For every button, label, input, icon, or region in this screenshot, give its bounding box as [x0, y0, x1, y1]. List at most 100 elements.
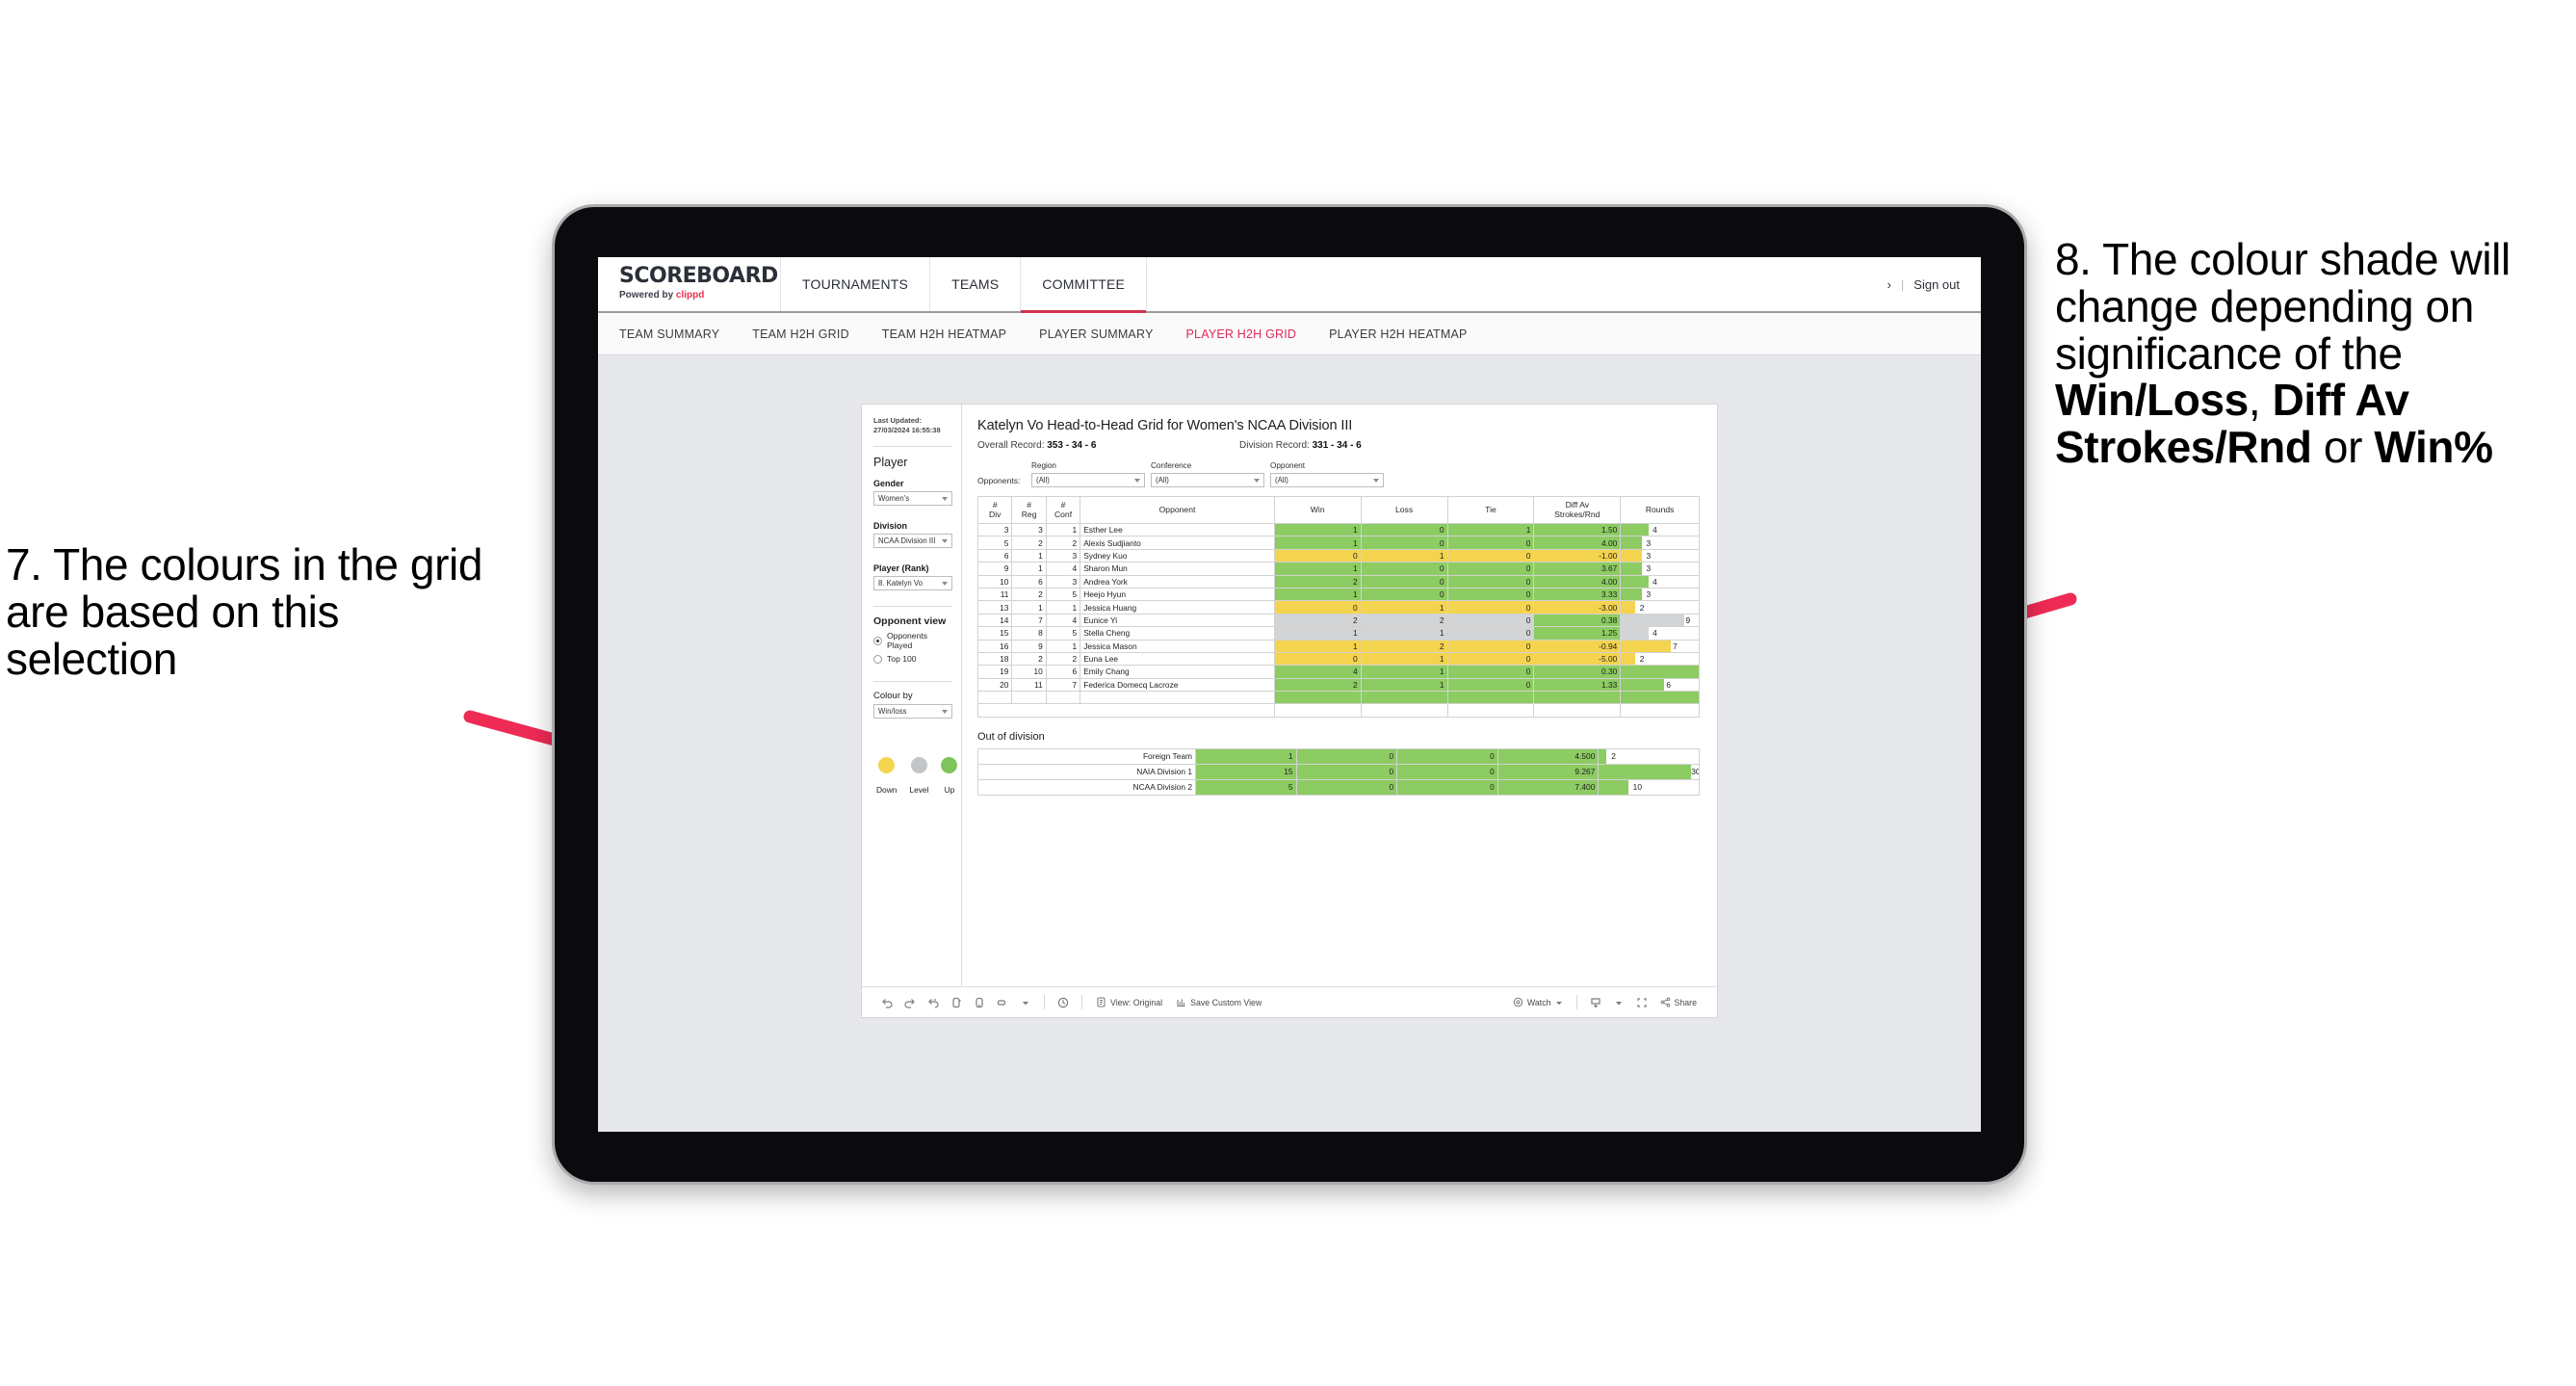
brand-subtitle: Powered by clippd	[619, 290, 780, 301]
subnav-item-team-summary[interactable]: TEAM SUMMARY	[619, 327, 719, 341]
grid-cell-reg: 2	[1011, 536, 1047, 550]
chevron-down-icon	[1373, 478, 1379, 483]
chevron-down-icon[interactable]	[1607, 991, 1630, 1014]
grid-cell-conf: 2	[1045, 651, 1081, 667]
table-row[interactable]: 20 11 7 Federica Domecq Lacroze 2 1 0 1.33 6	[976, 677, 1700, 693]
table-row[interactable]: 13 1 1 Jessica Huang 0 1 0 -3.00 2	[976, 600, 1700, 615]
nav-item-committee[interactable]: COMMITTEE	[1021, 257, 1148, 313]
chevron-right-icon[interactable]: ›	[1887, 277, 1891, 292]
undo-icon[interactable]	[875, 991, 898, 1014]
rounds-bar	[1621, 576, 1650, 588]
rounds-bar	[1621, 588, 1643, 600]
col-header-loss[interactable]: Loss	[1360, 496, 1448, 524]
chevron-down-icon	[1555, 1001, 1562, 1005]
out-of-division-row[interactable]: NCAA Division 2 5 0 0 7.400 10	[977, 778, 1700, 796]
grid-cell-diff: 4.00	[1533, 536, 1622, 550]
grid-cell-tie: 0	[1446, 536, 1535, 550]
view-original-button[interactable]: View: Original	[1089, 997, 1169, 1007]
brand-title: SCOREBOARD	[619, 264, 778, 288]
grid-cell-tie: 0	[1446, 600, 1535, 615]
watch-label: Watch	[1526, 997, 1551, 1007]
table-row[interactable]: 15 8 5 Stella Cheng 1 1 0 1.25 4	[976, 626, 1700, 641]
out-of-division-row[interactable]: NAIA Division 115009.26730	[977, 763, 1700, 780]
grid-cell-clipped	[976, 691, 1013, 705]
table-row[interactable]: 6 1 3 Sydney Kuo 0 1 0 -1.00 3	[976, 548, 1700, 563]
grid-header: # Div # Reg # Conf Opponent Win Loss Tie Di…	[976, 496, 1700, 524]
col-header-opponent[interactable]: Opponent	[1080, 496, 1275, 524]
nav-item-tournaments[interactable]: TOURNAMENTS	[781, 257, 931, 311]
share-button[interactable]: Share	[1653, 997, 1704, 1007]
grid-cell-win: 0	[1273, 548, 1362, 563]
chevron-down-icon[interactable]	[1014, 991, 1037, 1014]
conference-select[interactable]: (All)	[1151, 473, 1264, 487]
table-row[interactable]: 3 3 1 Esther Lee 1 0 1 1.50 4	[976, 522, 1700, 537]
annotation-7-text: 7. The colours in the grid are based on …	[6, 539, 483, 684]
table-row[interactable]: 16 9 1 Jessica Mason 1 2 0 -0.94 7	[976, 639, 1700, 653]
legend-label-up: Up	[944, 785, 955, 796]
table-row[interactable]: 14 7 4 Eunice Yi 2 2 0 0.38 9	[976, 613, 1700, 628]
grid-cell-rounds: 3	[1620, 587, 1700, 602]
out-of-division-row[interactable]: Foreign Team 1 0 0 4.500 2	[977, 747, 1700, 765]
pause-icon[interactable]	[968, 991, 991, 1014]
grid-cell-conf: 4	[1045, 562, 1081, 576]
opponent-select[interactable]: (All)	[1270, 473, 1384, 487]
table-row[interactable]: 5 2 2 Alexis Sudjianto 1 0 0 4.00 3	[976, 536, 1700, 550]
table-row[interactable]: 18 2 2 Euna Lee 0 1 0 -5.00 2	[976, 651, 1700, 667]
col-header-diff[interactable]: Diff Av Strokes/Rnd	[1533, 496, 1622, 524]
h2h-grid-table: # Div # Reg # Conf Opponent Win Loss Tie Di…	[976, 496, 1700, 718]
legend-dot-down-icon	[878, 757, 896, 774]
clock-history-icon[interactable]	[1052, 991, 1075, 1014]
col-header-div[interactable]: # Div	[976, 496, 1013, 524]
refresh-icon[interactable]	[945, 991, 968, 1014]
grid-cell-diff: 0.30	[1533, 665, 1622, 679]
grid-cell-loss: 0	[1360, 562, 1448, 576]
grid-cell-div: 14	[976, 613, 1013, 628]
annotation-8-pre: 8. The colour shade will change dependin…	[2055, 234, 2511, 379]
watch-button[interactable]: Watch	[1506, 997, 1570, 1007]
subnav-item-player-summary[interactable]: PLAYER SUMMARY	[1039, 327, 1153, 341]
table-row[interactable]: 10 6 3 Andrea York 2 0 0 4.00 4	[976, 574, 1700, 588]
table-row[interactable]: 11 2 5 Heejo Hyun 1 0 0 3.33 3	[976, 587, 1700, 602]
conference-label: Conference	[1151, 461, 1192, 470]
radio-top-100[interactable]: Top 100	[873, 654, 952, 664]
grid-cell-opponent: Sydney Kuo	[1080, 548, 1275, 563]
powered-by-label: Powered by	[619, 290, 676, 301]
radio-opponents-played[interactable]: Opponents Played	[873, 631, 952, 650]
revert-icon[interactable]	[922, 991, 945, 1014]
nav-item-teams[interactable]: TEAMS	[930, 257, 1022, 311]
radio-label: Top 100	[887, 654, 917, 665]
subnav-item-team-h2h-grid[interactable]: TEAM H2H GRID	[752, 327, 849, 341]
player-rank-select[interactable]: 8. Katelyn Vo	[873, 576, 952, 591]
col-header-conf[interactable]: # Conf	[1045, 496, 1081, 524]
colour-by-select[interactable]: Win/loss	[873, 704, 952, 719]
sign-out-link[interactable]: Sign out	[1913, 277, 1960, 292]
table-row[interactable]: 9 1 4 Sharon Mun 1 0 0 3.67 3	[976, 562, 1700, 576]
brand-logo[interactable]: SCOREBOARD Powered by clippd	[598, 257, 781, 311]
subnav-item-player-h2h-heatmap[interactable]: PLAYER H2H HEATMAP	[1329, 327, 1467, 341]
grid-cell-win: 1	[1273, 522, 1362, 537]
col-header-win[interactable]: Win	[1273, 496, 1362, 524]
colour-legend: Down Level Up	[873, 757, 958, 795]
tablet-bezel: SCOREBOARD Powered by clippd TOURNAMENTS…	[555, 207, 2024, 1182]
subnav-item-team-h2h-heatmap[interactable]: TEAM H2H HEATMAP	[882, 327, 1006, 341]
rounds-value: 2	[1611, 751, 1616, 762]
download-icon[interactable]	[1584, 991, 1607, 1014]
grid-cell-win: 2	[1273, 613, 1362, 628]
subnav-item-player-h2h-grid[interactable]: PLAYER H2H GRID	[1186, 327, 1297, 341]
region-select[interactable]: (All)	[1031, 473, 1145, 487]
table-row[interactable]: 19106Emily Chang4100.3011	[976, 665, 1700, 679]
grid-cell-opponent: Esther Lee	[1080, 522, 1275, 537]
col-header-rounds[interactable]: Rounds	[1620, 496, 1700, 524]
gender-select[interactable]: Women's	[873, 491, 952, 507]
chevron-down-icon	[1254, 478, 1260, 483]
device-icon[interactable]	[991, 991, 1014, 1014]
grid-cell-empty	[1360, 703, 1448, 718]
fullscreen-icon[interactable]	[1630, 991, 1653, 1014]
division-select[interactable]: NCAA Division III	[873, 534, 952, 549]
redo-icon[interactable]	[898, 991, 922, 1014]
save-custom-view-button[interactable]: Save Custom View	[1169, 997, 1268, 1007]
col-header-reg[interactable]: # Reg	[1011, 496, 1047, 524]
hash-symbol: #	[1027, 499, 1031, 510]
col-header-tie[interactable]: Tie	[1446, 496, 1535, 524]
gender-value: Women's	[878, 494, 910, 504]
